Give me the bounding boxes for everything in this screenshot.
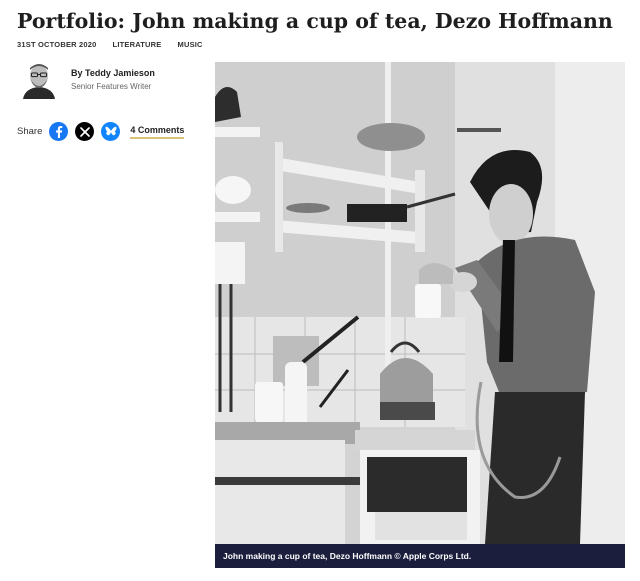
bluesky-icon [105,126,117,136]
x-icon [80,126,90,137]
photo-caption: John making a cup of tea, Dezo Hoffmann … [215,544,625,568]
tag-literature[interactable]: LITERATURE [113,40,162,49]
author-block: By Teddy Jamieson Senior Features Writer [19,59,155,99]
share-bar: Share 4 Comments [17,122,185,141]
bluesky-share-button[interactable] [101,122,121,141]
comments-link[interactable]: 4 Comments [130,125,185,139]
facebook-icon [56,126,63,138]
share-label: Share [17,126,43,137]
x-share-button[interactable] [75,122,95,141]
author-name[interactable]: By Teddy Jamieson [71,68,155,78]
facebook-share-button[interactable] [49,122,69,141]
tag-music[interactable]: MUSIC [178,40,203,49]
article-photo[interactable] [215,62,625,544]
author-avatar[interactable] [19,59,59,99]
publish-date: 31ST OCTOBER 2020 [17,40,97,49]
author-role: Senior Features Writer [71,81,152,91]
article-meta: 31ST OCTOBER 2020 LITERATURE MUSIC [17,40,203,49]
article-title: Portfolio: John making a cup of tea, Dez… [17,9,613,33]
